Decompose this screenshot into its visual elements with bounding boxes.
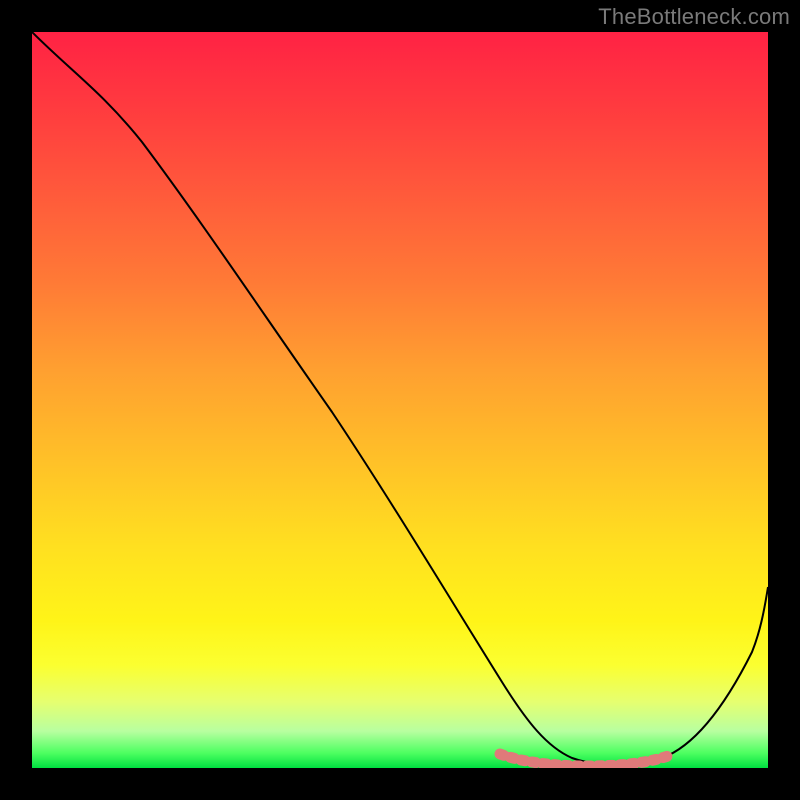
chart-frame: TheBottleneck.com <box>0 0 800 800</box>
bottleneck-curve <box>32 32 768 765</box>
plot-area <box>32 32 768 768</box>
watermark-text: TheBottleneck.com <box>598 4 790 30</box>
curve-layer <box>32 32 768 768</box>
flat-band-highlight <box>500 754 668 766</box>
